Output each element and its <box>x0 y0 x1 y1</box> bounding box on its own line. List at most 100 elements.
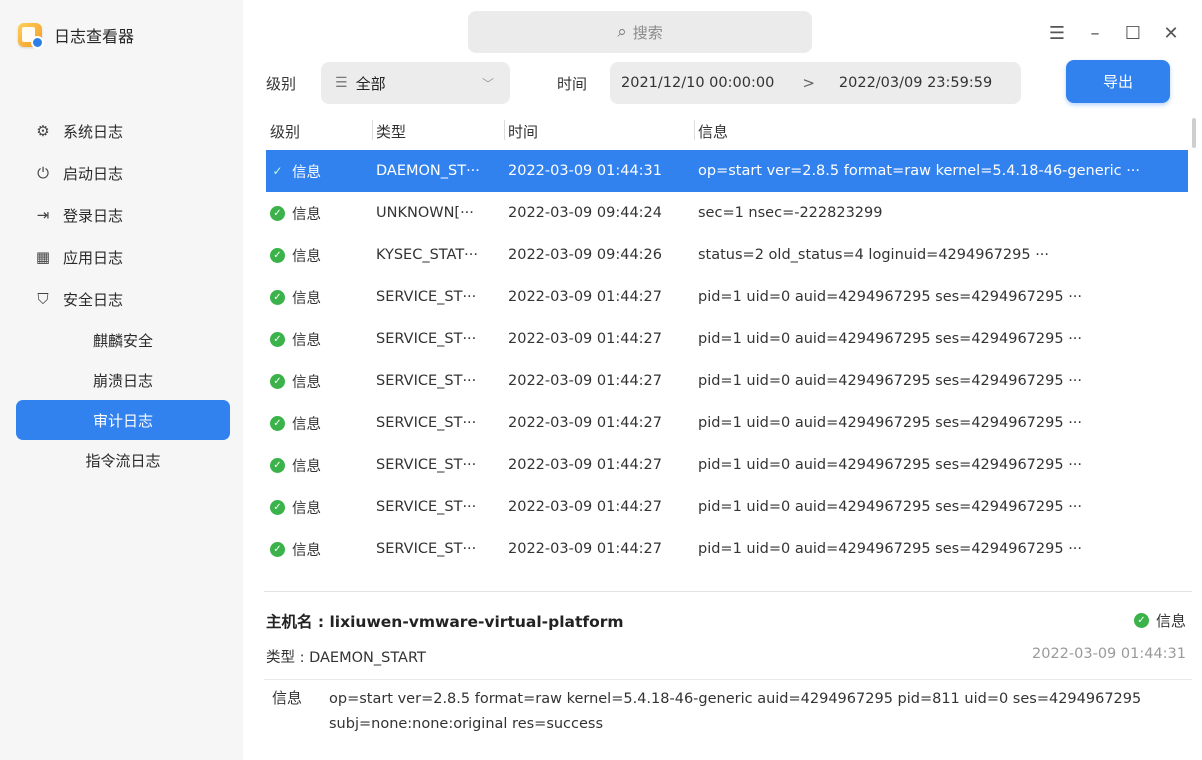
sidebar-subitem-audit-log[interactable]: 审计日志 <box>16 400 230 440</box>
check-circle-icon: ✓ <box>270 373 285 389</box>
row-info: pid=1 uid=0 auid=4294967295 ses=42949672… <box>698 499 1083 515</box>
row-level-label: 信息 <box>292 164 321 181</box>
level-select[interactable]: ☰ 全部 ﹀ <box>321 62 510 104</box>
table-header: 级别 类型 时间 信息 <box>266 112 1188 150</box>
table-row[interactable]: ✓ 信息 SERVICE_ST··· 2022-03-09 01:44:27 pid=1… <box>266 360 1188 402</box>
row-info: pid=1 uid=0 auid=4294967295 ses=42949672… <box>698 373 1083 389</box>
export-button[interactable]: 导出 <box>1066 60 1170 103</box>
column-header-time[interactable]: 时间 <box>503 112 538 150</box>
sidebar-subitem-kylin-security[interactable]: 麒麟安全 <box>16 320 230 360</box>
divider <box>264 591 1192 592</box>
check-circle-icon: ✓ <box>272 163 283 178</box>
row-level: ✓ 信息 <box>270 192 366 234</box>
row-level: ✓ 信息 <box>270 234 366 276</box>
table-row[interactable]: ✓ 信息 SERVICE_ST··· 2022-03-09 01:44:27 pid=1… <box>266 528 1188 570</box>
row-info: sec=1 nsec=-222823299 <box>698 205 883 221</box>
window-controls: ☰ – ☐ ✕ <box>1038 18 1190 48</box>
row-type: SERVICE_ST··· <box>376 289 477 305</box>
row-time: 2022-03-09 01:44:27 <box>508 541 662 557</box>
column-header-type[interactable]: 类型 <box>371 112 406 150</box>
shield-icon: ⛉ <box>37 290 49 308</box>
maximize-icon[interactable]: ☐ <box>1114 18 1152 48</box>
search-input[interactable]: ⌕ 搜索 <box>468 11 812 53</box>
row-info: pid=1 uid=0 auid=4294967295 ses=42949672… <box>698 289 1083 305</box>
sidebar-nav: ⚙ 系统日志 ⏻ 启动日志 ⇥ 登录日志 ▦ 应用日志 ⛉ 安全日志 麒麟安全 … <box>0 110 243 480</box>
detail-level-label: 信息 <box>1155 612 1186 630</box>
table-row[interactable]: ✓ 信息 SERVICE_ST··· 2022-03-09 01:44:27 pid=1… <box>266 444 1188 486</box>
check-circle-icon: ✓ <box>270 541 285 557</box>
app-title: 日志查看器 <box>54 27 135 46</box>
log-viewer-app-icon <box>18 23 44 49</box>
sidebar: 日志查看器 ⚙ 系统日志 ⏻ 启动日志 ⇥ 登录日志 ▦ 应用日志 ⛉ 安全日志… <box>0 0 243 760</box>
level-filter-label: 级别 <box>266 75 297 93</box>
row-level: ✓ 信息 <box>270 150 366 192</box>
row-level-label: 信息 <box>292 374 321 391</box>
table-row[interactable]: ✓ 信息 UNKNOWN[··· 2022-03-09 09:44:24 sec=1 n… <box>266 192 1188 234</box>
sidebar-item-system-log[interactable]: ⚙ 系统日志 <box>0 110 243 152</box>
row-type: DAEMON_ST··· <box>376 163 480 179</box>
table-row[interactable]: ✓ 信息 KYSEC_STAT··· 2022-03-09 09:44:26 statu… <box>266 234 1188 276</box>
row-type: UNKNOWN[··· <box>376 205 474 221</box>
check-circle-icon: ✓ <box>270 415 285 431</box>
row-level-label: 信息 <box>292 332 321 349</box>
grid-icon: ▦ <box>35 248 51 266</box>
end-time-field[interactable]: 2022/03/09 23:59:59 <box>839 75 992 91</box>
table-row[interactable]: ✓ 信息 DAEMON_ST··· 2022-03-09 01:44:31 op=sta… <box>266 150 1188 192</box>
list-icon: ☰ <box>335 75 348 91</box>
sidebar-item-label: 登录日志 <box>63 206 124 225</box>
row-level: ✓ 信息 <box>270 360 366 402</box>
row-level: ✓ 信息 <box>270 486 366 528</box>
row-type: KYSEC_STAT··· <box>376 247 479 263</box>
check-circle-icon: ✓ <box>1133 613 1149 628</box>
row-level-label: 信息 <box>292 416 321 433</box>
sidebar-item-app-log[interactable]: ▦ 应用日志 <box>0 236 243 278</box>
row-level: ✓ 信息 <box>270 528 366 570</box>
sidebar-item-label: 安全日志 <box>63 290 124 309</box>
row-level: ✓ 信息 <box>270 276 366 318</box>
power-icon: ⏻ <box>37 164 49 182</box>
table-row[interactable]: ✓ 信息 SERVICE_ST··· 2022-03-09 01:44:27 pid=1… <box>266 318 1188 360</box>
sidebar-item-label: 应用日志 <box>63 248 124 267</box>
check-circle-icon: ✓ <box>270 331 285 347</box>
column-header-level[interactable]: 级别 <box>270 112 300 150</box>
scrollbar[interactable] <box>1192 118 1196 148</box>
time-filter-label: 时间 <box>557 75 588 93</box>
start-time-field[interactable]: 2021/12/10 00:00:00 <box>621 75 774 91</box>
row-level: ✓ 信息 <box>270 402 366 444</box>
login-icon: ⇥ <box>36 206 50 224</box>
row-type: SERVICE_ST··· <box>376 457 477 473</box>
check-circle-icon: ✓ <box>270 457 285 473</box>
search-icon: ⌕ <box>617 22 627 42</box>
sidebar-item-login-log[interactable]: ⇥ 登录日志 <box>0 194 243 236</box>
table-row[interactable]: ✓ 信息 SERVICE_ST··· 2022-03-09 01:44:27 pid=1… <box>266 486 1188 528</box>
row-info: pid=1 uid=0 auid=4294967295 ses=42949672… <box>698 541 1083 557</box>
sidebar-item-security-log[interactable]: ⛉ 安全日志 <box>0 278 243 320</box>
row-type: SERVICE_ST··· <box>376 541 477 557</box>
row-time: 2022-03-09 01:44:27 <box>508 331 662 347</box>
detail-info-label: 信息 <box>272 689 303 707</box>
detail-time: 2022-03-09 01:44:31 <box>1032 646 1186 662</box>
sidebar-item-label: 系统日志 <box>63 122 124 141</box>
table-row[interactable]: ✓ 信息 SERVICE_ST··· 2022-03-09 01:44:27 pid=1… <box>266 276 1188 318</box>
sidebar-item-boot-log[interactable]: ⏻ 启动日志 <box>0 152 243 194</box>
close-icon[interactable]: ✕ <box>1152 18 1190 48</box>
row-time: 2022-03-09 01:44:27 <box>508 289 662 305</box>
sidebar-subitem-crash-log[interactable]: 崩溃日志 <box>16 360 230 400</box>
row-level: ✓ 信息 <box>270 444 366 486</box>
column-header-info[interactable]: 信息 <box>693 112 728 150</box>
gear-icon: ⚙ <box>36 122 50 140</box>
row-info: op=start ver=2.8.5 format=raw kernel=5.4… <box>698 163 1141 179</box>
date-range-picker[interactable]: 2021/12/10 00:00:00 > 2022/03/09 23:59:5… <box>610 62 1021 104</box>
sidebar-subitem-command-log[interactable]: 指令流日志 <box>16 440 230 480</box>
menu-icon[interactable]: ☰ <box>1038 18 1076 48</box>
divider <box>264 679 1192 680</box>
row-level-label: 信息 <box>292 248 321 265</box>
row-level-label: 信息 <box>292 290 321 307</box>
search-placeholder: 搜索 <box>632 23 663 42</box>
check-circle-icon: ✓ <box>270 205 285 221</box>
row-time: 2022-03-09 09:44:24 <box>508 205 662 221</box>
minimize-icon[interactable]: – <box>1076 18 1114 48</box>
row-time: 2022-03-09 01:44:27 <box>508 457 662 473</box>
detail-level: ✓ 信息 <box>1133 610 1186 631</box>
table-row[interactable]: ✓ 信息 SERVICE_ST··· 2022-03-09 01:44:27 pid=1… <box>266 402 1188 444</box>
